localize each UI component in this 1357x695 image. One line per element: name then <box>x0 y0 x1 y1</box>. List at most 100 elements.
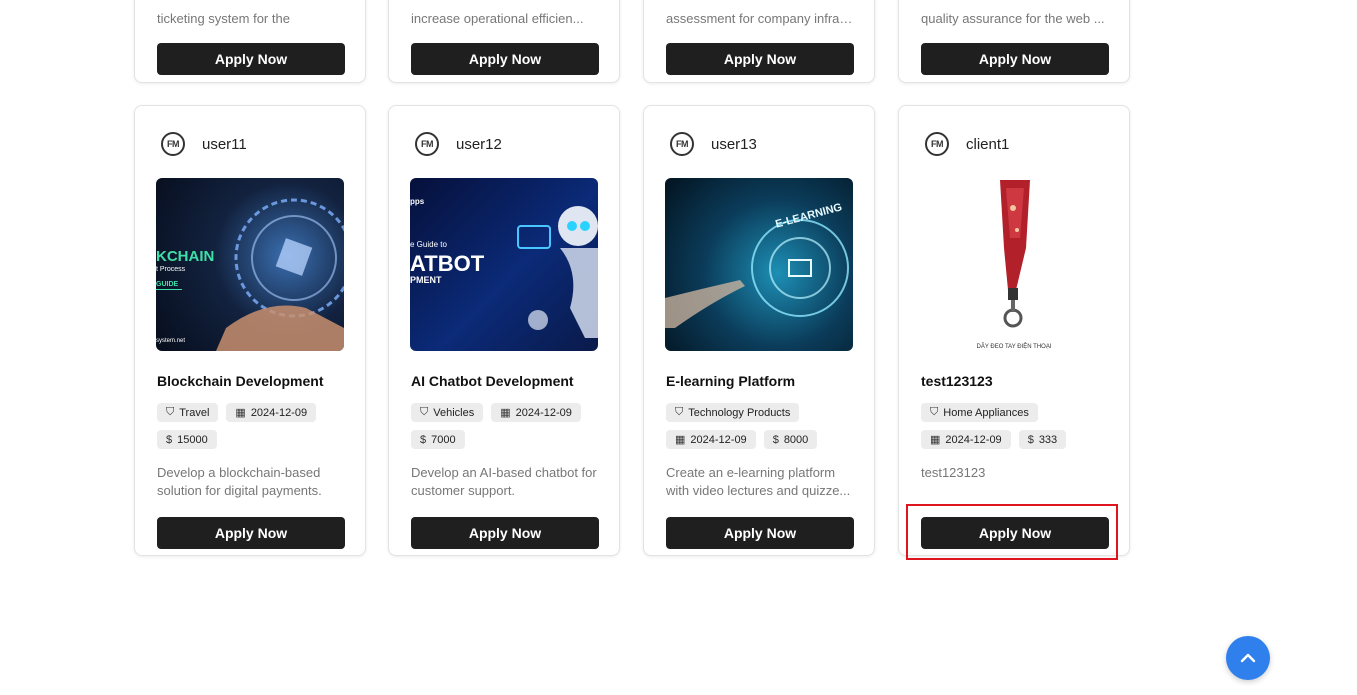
chatbot-illustration: pps e Guide to ATBOT PMENT <box>410 197 598 338</box>
tag-icon: ⛉ <box>420 406 429 418</box>
budget-tag: $7000 <box>411 430 465 449</box>
job-card: ticketing system for the Apply Now <box>134 0 366 83</box>
job-image[interactable]: E-LEARNING <box>665 178 853 351</box>
avatar: FM <box>670 132 694 156</box>
dollar-icon: $ <box>772 433 779 446</box>
job-card: FM client1 DÂY ĐEO TAY ĐIỆN THOẠI test12… <box>898 105 1130 556</box>
date-tag: ▦ 2024-12-09 <box>491 403 581 422</box>
category-label: Home Appliances <box>943 406 1029 419</box>
owner-name: user11 <box>202 135 247 153</box>
job-description: Develop an AI-based chatbot for customer… <box>411 465 597 498</box>
chevron-up-icon <box>1240 653 1256 663</box>
dollar-icon: $ <box>166 433 173 446</box>
lanyard-illustration: DÂY ĐEO TAY ĐIỆN THOẠI <box>976 180 1052 350</box>
job-description: increase operational efficien... <box>411 11 584 26</box>
svg-text:e Guide to: e Guide to <box>410 240 447 249</box>
apply-now-button[interactable]: Apply Now <box>921 43 1109 75</box>
apply-now-button[interactable]: Apply Now <box>411 43 599 75</box>
job-description: Develop a blockchain-based solution for … <box>157 465 322 498</box>
category-tag: ⛉ Travel <box>157 403 219 422</box>
date-tag: ▦ 2024-12-09 <box>666 430 756 449</box>
budget-tag: $333 <box>1018 430 1067 449</box>
owner-name: user12 <box>456 135 502 153</box>
apply-now-button[interactable]: Apply Now <box>666 43 854 75</box>
job-card: assessment for company infrastr... Apply… <box>643 0 875 83</box>
job-owner[interactable]: FM user13 <box>670 132 757 156</box>
tag-icon: ⛉ <box>930 406 939 418</box>
svg-text:t Process: t Process <box>156 266 186 273</box>
date-label: 2024-12-09 <box>690 433 747 446</box>
job-card: FM user12 pps e Guide to ATBOT PMENT AI … <box>388 105 620 556</box>
date-tag: ▦ 2024-12-09 <box>226 403 317 422</box>
job-tags: ⛉ Vehicles ▦ 2024-12-09 $7000 <box>411 403 611 449</box>
svg-text:KCHAIN: KCHAIN <box>156 248 214 265</box>
job-title[interactable]: test123123 <box>921 373 993 389</box>
calendar-icon: ▦ <box>675 434 686 446</box>
calendar-icon: ▦ <box>235 407 246 419</box>
tag-icon: ⛉ <box>675 406 684 418</box>
avatar: FM <box>925 132 949 156</box>
category-tag: ⛉ Technology Products <box>666 403 800 422</box>
dollar-icon: $ <box>420 433 427 446</box>
category-label: Vehicles <box>433 406 475 419</box>
job-owner[interactable]: FM client1 <box>925 132 1009 156</box>
svg-text:ATBOT: ATBOT <box>410 251 485 276</box>
svg-text:DÂY ĐEO TAY ĐIỆN THOẠI: DÂY ĐEO TAY ĐIỆN THOẠI <box>976 342 1051 350</box>
avatar: FM <box>415 132 439 156</box>
svg-text:system.net: system.net <box>156 338 185 344</box>
budget-tag: $8000 <box>763 430 818 449</box>
job-description: ticketing system for the <box>157 11 290 26</box>
job-tags: ⛉ Technology Products ▦ 2024-12-09 $8000 <box>666 403 866 449</box>
tag-icon: ⛉ <box>166 406 175 418</box>
job-description: quality assurance for the web ... <box>921 11 1105 26</box>
job-title[interactable]: AI Chatbot Development <box>411 373 574 389</box>
job-owner[interactable]: FM user11 <box>161 132 247 156</box>
owner-name: client1 <box>966 135 1010 153</box>
job-image[interactable]: pps e Guide to ATBOT PMENT <box>410 178 598 351</box>
calendar-icon: ▦ <box>500 407 511 419</box>
job-card: quality assurance for the web ... Apply … <box>898 0 1130 83</box>
svg-text:E-LEARNING: E-LEARNING <box>774 201 843 230</box>
apply-now-button[interactable]: Apply Now <box>921 517 1109 549</box>
svg-text:GUIDE: GUIDE <box>156 281 179 288</box>
svg-text:pps: pps <box>410 197 425 206</box>
date-label: 2024-12-09 <box>250 406 308 419</box>
apply-now-button[interactable]: Apply Now <box>157 43 345 75</box>
svg-text:PMENT: PMENT <box>410 275 442 285</box>
job-card: increase operational efficien... Apply N… <box>388 0 620 83</box>
apply-now-button[interactable]: Apply Now <box>157 517 345 549</box>
job-description: Create an e-learning platform with video… <box>666 465 851 498</box>
apply-now-button[interactable]: Apply Now <box>666 517 854 549</box>
job-description: assessment for company infrastr... <box>666 11 856 26</box>
budget-label: 7000 <box>431 433 456 446</box>
dollar-icon: $ <box>1027 433 1034 446</box>
apply-now-button[interactable]: Apply Now <box>411 517 599 549</box>
job-description: test123123 <box>921 465 986 480</box>
category-tag: ⛉ Home Appliances <box>921 403 1038 422</box>
job-tags: ⛉ Travel ▦ 2024-12-09 $15000 <box>157 403 357 449</box>
calendar-icon: ▦ <box>930 434 941 446</box>
job-card: FM user13 E-LEARNING E-learning Platform… <box>643 105 875 556</box>
budget-label: 8000 <box>783 433 809 446</box>
job-owner[interactable]: FM user12 <box>415 132 502 156</box>
category-tag: ⛉ Vehicles <box>411 403 484 422</box>
category-label: Travel <box>179 406 210 419</box>
date-tag: ▦ 2024-12-09 <box>921 430 1011 449</box>
category-label: Technology Products <box>688 406 791 419</box>
blockchain-illustration: KCHAIN t Process GUIDE system.net <box>156 198 344 351</box>
date-label: 2024-12-09 <box>515 406 572 419</box>
budget-label: 15000 <box>177 433 208 446</box>
avatar: FM <box>161 132 185 156</box>
job-title[interactable]: Blockchain Development <box>157 373 324 389</box>
job-image[interactable]: KCHAIN t Process GUIDE system.net <box>156 178 344 351</box>
job-title[interactable]: E-learning Platform <box>666 373 795 389</box>
job-card: FM user11 KCHAIN t Process GUIDE system.… <box>134 105 366 556</box>
budget-label: 333 <box>1038 433 1058 446</box>
job-tags: ⛉ Home Appliances ▦ 2024-12-09 $333 <box>921 403 1121 449</box>
owner-name: user13 <box>711 135 757 153</box>
budget-tag: $15000 <box>157 430 217 449</box>
job-image[interactable]: DÂY ĐEO TAY ĐIỆN THOẠI <box>920 178 1108 351</box>
elearning-illustration: E-LEARNING <box>665 201 849 328</box>
date-label: 2024-12-09 <box>945 433 1002 446</box>
scroll-to-top-button[interactable] <box>1226 636 1270 680</box>
